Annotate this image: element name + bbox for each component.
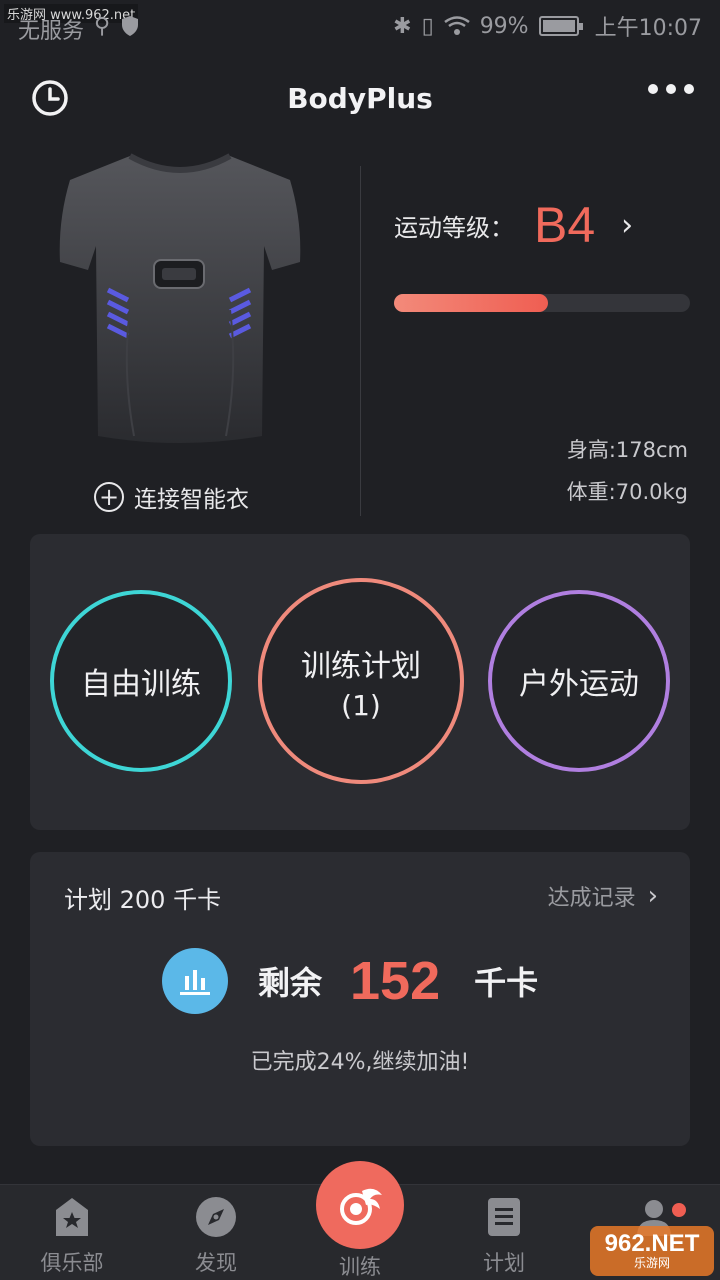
outdoor-sport-button[interactable]: 户外运动 xyxy=(488,590,670,772)
calorie-plan-card: 计划 200 千卡 达成记录 › 剩余 152 千卡 已完成24%,继续加油! xyxy=(30,852,690,1146)
remaining-value: 152 xyxy=(350,951,441,1011)
notification-dot xyxy=(672,1203,686,1217)
level-progress-bar xyxy=(394,294,690,312)
status-bar: 无服务 ⚲ ✱ ▯ 99% 上午10:07 xyxy=(0,0,720,52)
outdoor-sport-label: 户外运动 xyxy=(519,667,639,702)
shield-icon xyxy=(122,16,139,36)
connect-label: 连接智能衣 xyxy=(134,487,249,513)
remaining-label: 剩余 xyxy=(258,964,323,1002)
page-title: BodyPlus xyxy=(287,81,433,115)
bluetooth-icon: ✱ xyxy=(393,13,412,39)
free-training-button[interactable]: 自由训练 xyxy=(50,590,232,772)
battery-percent: 99% xyxy=(479,13,529,39)
tab-discover-label: 发现 xyxy=(195,1251,237,1275)
tab-train-label: 训练 xyxy=(339,1255,381,1279)
device-profile-section: + 连接智能衣 运动等级： B4 › 身高:178cm 体重:70.0kg xyxy=(0,140,720,520)
wifi-icon xyxy=(443,16,470,35)
app-header: BodyPlus xyxy=(0,70,720,126)
progress-note: 已完成24%,继续加油! xyxy=(250,1050,470,1075)
vibrate-icon: ▯ xyxy=(421,13,434,39)
carrier-label: 无服务 xyxy=(18,19,85,44)
divider xyxy=(360,166,361,516)
tab-plan[interactable]: 计划 xyxy=(454,1195,554,1277)
achievement-record-link[interactable]: 达成记录 › xyxy=(548,880,658,912)
height-stat: 身高:178cm xyxy=(566,438,688,462)
tab-club[interactable]: 俱乐部 xyxy=(22,1195,122,1277)
watermark-logo-big: 962.NET xyxy=(604,1229,700,1257)
tab-train[interactable] xyxy=(316,1161,404,1249)
smart-shirt-image xyxy=(59,153,301,443)
training-plan-button[interactable]: 训练计划 (1) xyxy=(258,578,464,784)
plan-title: 计划 200 千卡 xyxy=(64,886,222,914)
add-circle-icon: + xyxy=(94,482,124,512)
chevron-right-icon: › xyxy=(647,881,658,911)
club-house-icon xyxy=(50,1195,94,1239)
compass-icon xyxy=(194,1195,238,1239)
weight-stat: 体重:70.0kg xyxy=(566,480,688,504)
tab-club-label: 俱乐部 xyxy=(40,1251,104,1275)
history-clock-icon[interactable] xyxy=(30,78,70,118)
achievement-record-label: 达成记录 xyxy=(547,886,636,911)
flame-run-icon xyxy=(340,1188,382,1225)
connect-shirt-button[interactable]: + 连接智能衣 xyxy=(94,480,249,514)
usb-icon: ⚲ xyxy=(94,13,111,39)
level-row[interactable]: 运动等级： B4 › xyxy=(394,196,633,254)
clock: 上午10:07 xyxy=(594,16,702,41)
training-plan-label: 训练计划 xyxy=(301,648,421,684)
more-options-icon[interactable] xyxy=(648,84,694,94)
level-value: B4 xyxy=(534,197,596,253)
training-modes-card: 自由训练 训练计划 (1) 户外运动 xyxy=(30,534,690,830)
battery-icon xyxy=(538,16,583,36)
document-icon xyxy=(482,1195,526,1239)
free-training-label: 自由训练 xyxy=(81,667,201,702)
tab-discover[interactable]: 发现 xyxy=(166,1195,266,1277)
watermark-logo-small: 乐游网 xyxy=(633,1255,670,1270)
remaining-unit: 千卡 xyxy=(474,964,539,1002)
chevron-right-icon: › xyxy=(621,207,634,243)
remaining-calories-row: 剩余 152 千卡 xyxy=(162,948,538,1014)
level-label: 运动等级： xyxy=(394,213,514,242)
bar-chart-icon xyxy=(162,948,228,1014)
training-plan-count: (1) xyxy=(341,688,381,722)
level-progress-fill xyxy=(394,294,548,312)
tab-plan-label: 计划 xyxy=(483,1251,525,1275)
watermark-logo: 962.NET 乐游网 xyxy=(590,1226,714,1276)
